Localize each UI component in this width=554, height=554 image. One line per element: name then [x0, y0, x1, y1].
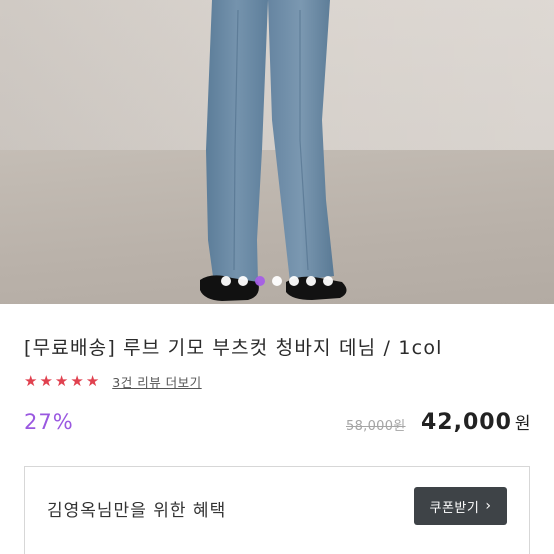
carousel-dot[interactable] — [306, 276, 316, 286]
currency-label: 원 — [514, 414, 532, 434]
rating-stars: ★ ★ ★ ★ ★ — [24, 373, 99, 389]
star-icon: ★ — [24, 372, 38, 390]
carousel-dot[interactable] — [289, 276, 299, 286]
star-icon: ★ — [39, 372, 53, 390]
jeans-illustration — [200, 0, 347, 301]
carousel-dot[interactable] — [221, 276, 231, 286]
star-icon: ★ — [85, 372, 100, 390]
coupon-button-label: 쿠폰받기 — [429, 500, 480, 516]
member-benefit-box: 김영옥님만을 위한 혜택 쿠폰받기 › — [24, 466, 530, 554]
benefit-text: 김영옥님만을 위한 혜택 — [47, 501, 227, 521]
coupon-button[interactable]: 쿠폰받기 › — [414, 487, 507, 525]
carousel-indicator — [0, 276, 554, 288]
sale-price-value: 42,000 — [421, 410, 512, 435]
product-image[interactable] — [0, 0, 554, 304]
sale-price: 42,000 원 — [421, 409, 532, 435]
rating-row: ★ ★ ★ ★ ★ 3건 리뷰 더보기 — [24, 372, 202, 390]
discount-rate: 27% — [24, 410, 74, 434]
carousel-dot-active[interactable] — [255, 276, 265, 286]
carousel-dot[interactable] — [272, 276, 282, 286]
star-icon: ★ — [70, 372, 84, 390]
star-icon: ★ — [54, 372, 69, 390]
carousel-dot[interactable] — [238, 276, 248, 286]
chevron-right-icon: › — [485, 498, 492, 514]
product-title: [무료배송] 루브 기모 부츠컷 청바지 데님 / 1col — [24, 337, 443, 359]
original-price: 58,000원 — [346, 419, 406, 434]
carousel-dot[interactable] — [323, 276, 333, 286]
review-more-link[interactable]: 3건 리뷰 더보기 — [112, 372, 201, 391]
